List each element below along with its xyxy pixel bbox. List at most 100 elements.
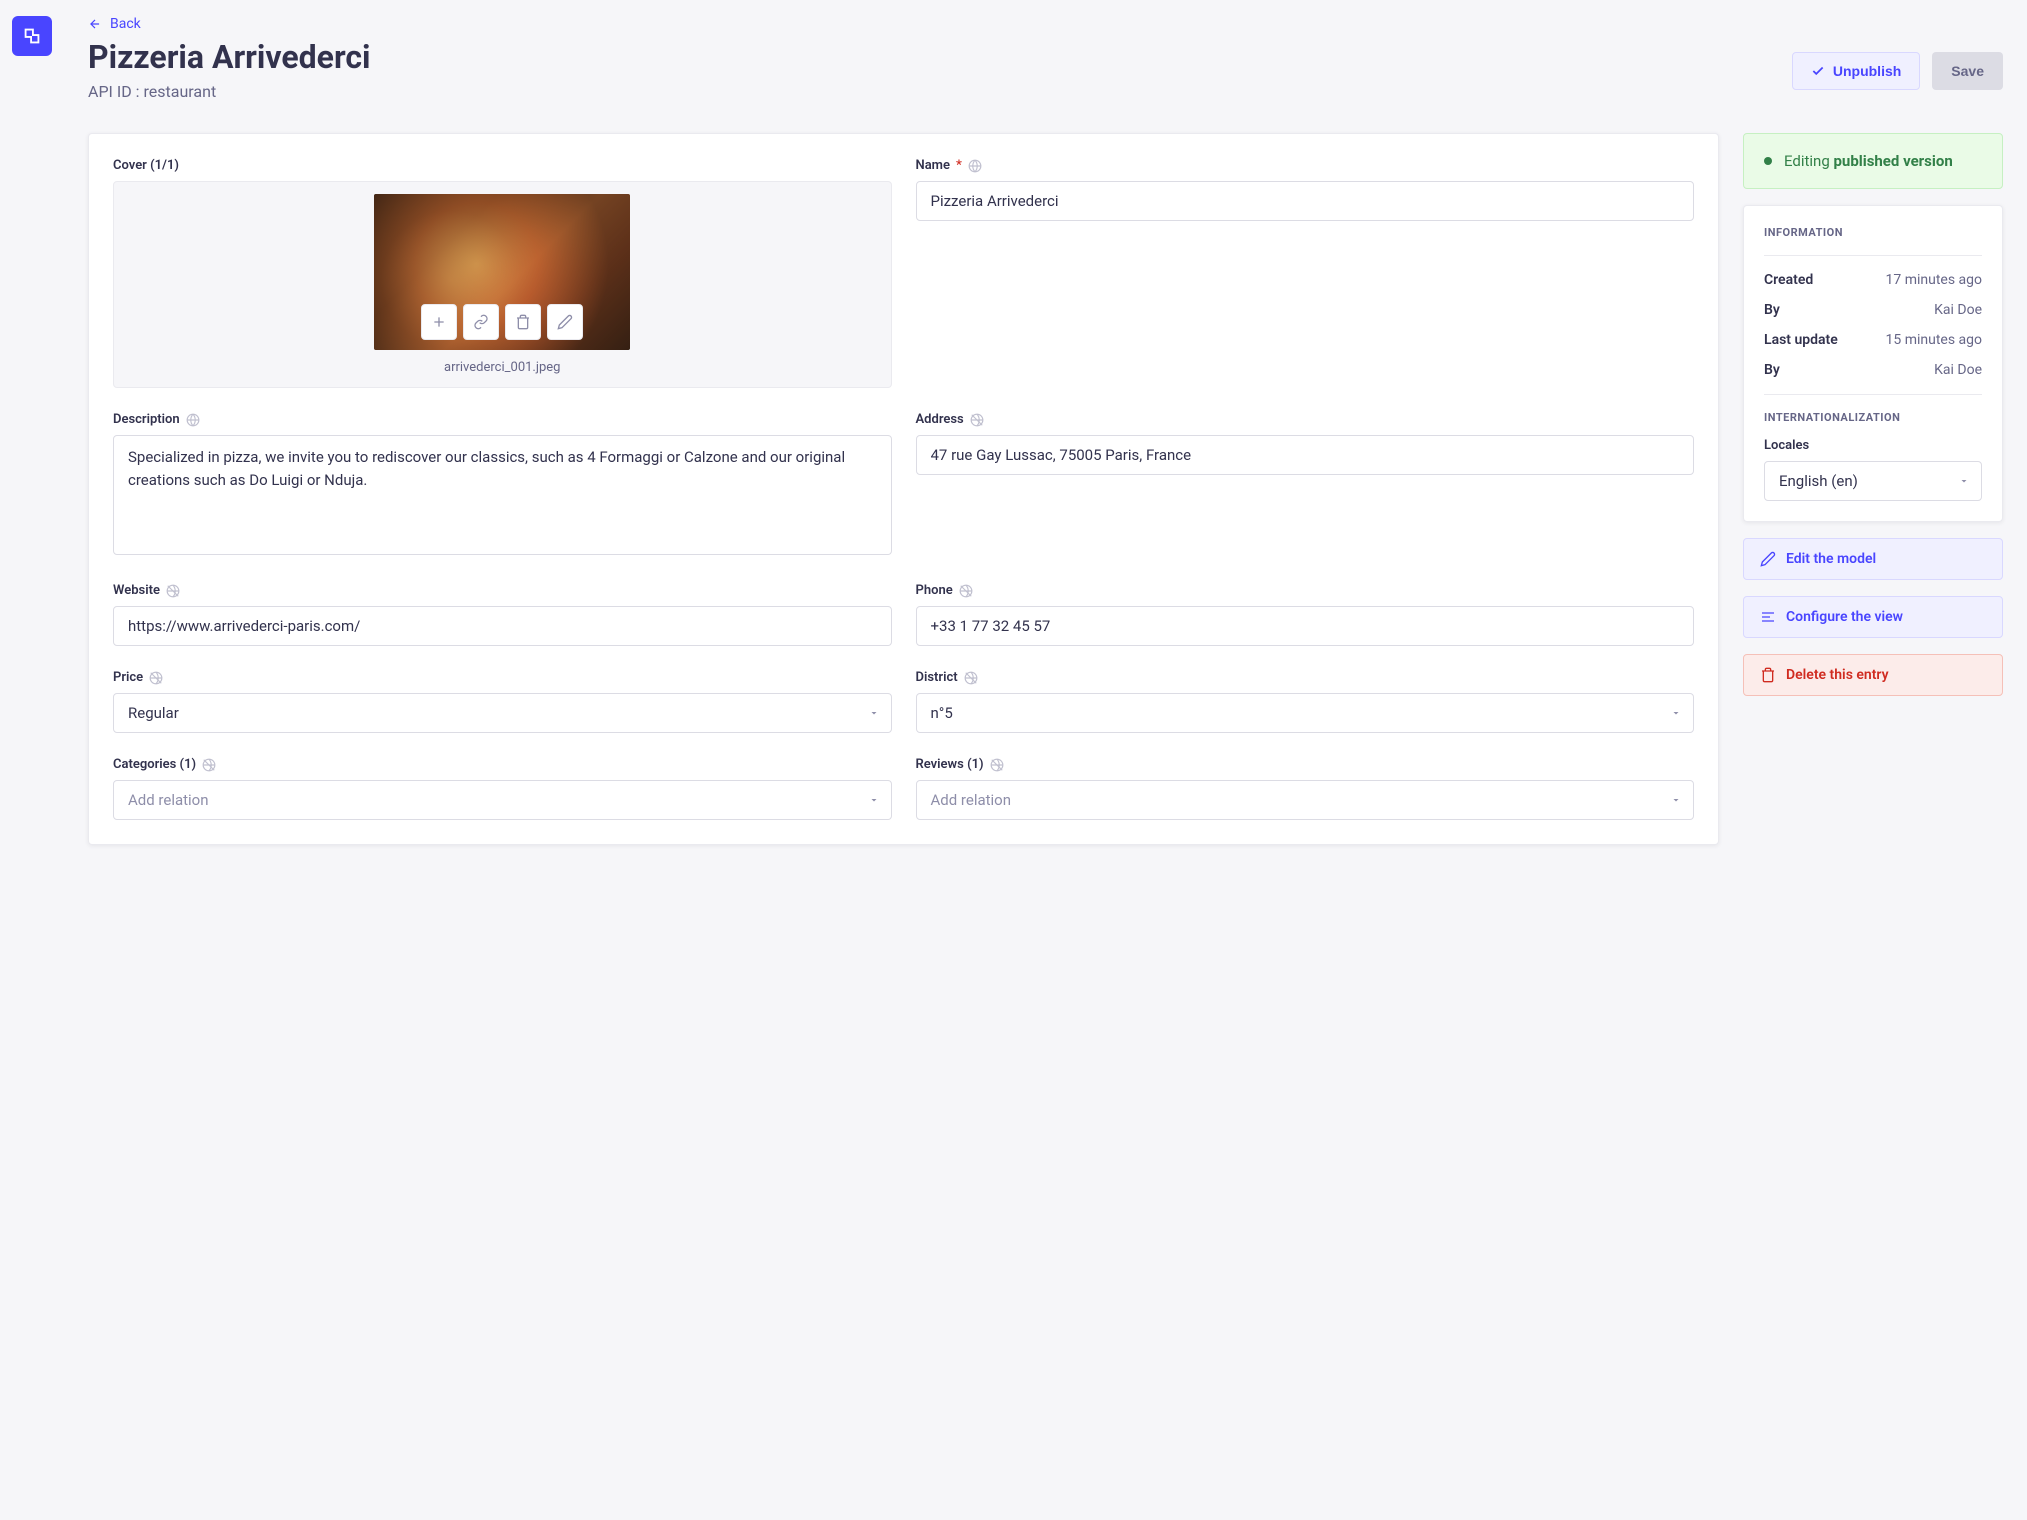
categories-placeholder: Add relation (128, 791, 209, 809)
status-strong: published version (1833, 152, 1952, 170)
field-reviews: Reviews (1) Add relation (916, 757, 1695, 820)
unpublish-button[interactable]: Unpublish (1792, 52, 1920, 90)
back-link[interactable]: Back (88, 16, 141, 32)
info-created-by: By Kai Doe (1764, 302, 1982, 318)
save-label: Save (1951, 63, 1984, 79)
locales-label: Locales (1764, 438, 1809, 453)
by-label: By (1764, 362, 1780, 378)
locale-select[interactable]: English (en) (1764, 461, 1982, 501)
field-district: District n°5 (916, 670, 1695, 733)
arrow-left-icon (88, 17, 102, 31)
layout-icon (1760, 609, 1776, 625)
updated-by-value: Kai Doe (1934, 362, 1982, 378)
globe-off-icon (970, 413, 984, 427)
globe-off-icon (990, 758, 1004, 772)
price-select[interactable]: Regular (113, 693, 892, 733)
info-card: INFORMATION Created 17 minutes ago By Ka… (1743, 205, 2003, 522)
field-address: Address (916, 412, 1695, 559)
plus-icon (431, 314, 447, 330)
info-created: Created 17 minutes ago (1764, 272, 1982, 288)
field-price: Price Regular (113, 670, 892, 733)
globe-off-icon (149, 671, 163, 685)
created-by-value: Kai Doe (1934, 302, 1982, 318)
status-banner: Editing published version (1743, 133, 2003, 189)
description-input[interactable]: Specialized in pizza, we invite you to r… (113, 435, 892, 555)
cover-filename: arrivederci_001.jpeg (444, 360, 560, 375)
globe-off-icon (964, 671, 978, 685)
page-subtitle: API ID : restaurant (88, 82, 371, 101)
configure-view-button[interactable]: Configure the view (1743, 596, 2003, 638)
locale-value: English (en) (1779, 472, 1858, 490)
save-button[interactable]: Save (1932, 52, 2003, 90)
cover-delete-button[interactable] (505, 304, 541, 340)
status-dot-icon (1764, 157, 1772, 165)
address-input[interactable] (916, 435, 1695, 475)
by-label: By (1764, 302, 1780, 318)
status-prefix: Editing (1784, 152, 1833, 170)
cover-link-button[interactable] (463, 304, 499, 340)
pencil-icon (1760, 551, 1776, 567)
price-label: Price (113, 670, 143, 685)
configure-view-label: Configure the view (1786, 609, 1903, 625)
website-input[interactable] (113, 606, 892, 646)
update-value: 15 minutes ago (1885, 332, 1982, 348)
cover-image[interactable] (374, 194, 630, 350)
info-updated: Last update 15 minutes ago (1764, 332, 1982, 348)
info-updated-by: By Kai Doe (1764, 362, 1982, 378)
trash-icon (1760, 667, 1776, 683)
unpublish-label: Unpublish (1833, 63, 1901, 79)
cover-label: Cover (1/1) (113, 158, 179, 173)
update-label: Last update (1764, 332, 1838, 348)
globe-off-icon (959, 584, 973, 598)
cover-add-button[interactable] (421, 304, 457, 340)
cover-box: arrivederci_001.jpeg (113, 181, 892, 388)
info-heading: INFORMATION (1764, 226, 1982, 239)
i18n-heading: INTERNATIONALIZATION (1764, 411, 1982, 424)
field-website: Website (113, 583, 892, 646)
reviews-select[interactable]: Add relation (916, 780, 1695, 820)
nav-rail (0, 0, 64, 1520)
globe-icon (186, 413, 200, 427)
categories-select[interactable]: Add relation (113, 780, 892, 820)
price-value: Regular (128, 704, 179, 722)
page-title: Pizzeria Arrivederci (88, 38, 371, 76)
name-label: Name (916, 158, 950, 173)
cover-edit-button[interactable] (547, 304, 583, 340)
phone-input[interactable] (916, 606, 1695, 646)
back-label: Back (110, 16, 141, 32)
link-icon (473, 314, 489, 330)
field-description: Description Specialized in pizza, we inv… (113, 412, 892, 559)
globe-icon (968, 159, 982, 173)
trash-icon (515, 314, 531, 330)
district-label: District (916, 670, 958, 685)
field-phone: Phone (916, 583, 1695, 646)
description-label: Description (113, 412, 180, 427)
website-label: Website (113, 583, 160, 598)
reviews-label: Reviews (1) (916, 757, 984, 772)
sidebar: Editing published version INFORMATION Cr… (1743, 133, 2003, 696)
delete-entry-label: Delete this entry (1786, 667, 1889, 683)
field-name: Name * (916, 158, 1695, 388)
field-categories: Categories (1) Add relation (113, 757, 892, 820)
created-value: 17 minutes ago (1885, 272, 1982, 288)
check-icon (1811, 64, 1825, 78)
reviews-placeholder: Add relation (931, 791, 1012, 809)
form-card: Cover (1/1) (88, 133, 1719, 845)
name-input[interactable] (916, 181, 1695, 221)
address-label: Address (916, 412, 964, 427)
edit-model-label: Edit the model (1786, 551, 1876, 567)
globe-off-icon (202, 758, 216, 772)
categories-label: Categories (1) (113, 757, 196, 772)
edit-model-button[interactable]: Edit the model (1743, 538, 2003, 580)
field-cover: Cover (1/1) (113, 158, 892, 388)
phone-label: Phone (916, 583, 953, 598)
app-logo[interactable] (12, 16, 52, 56)
page-header: Back Pizzeria Arrivederci API ID : resta… (88, 16, 2003, 101)
district-select[interactable]: n°5 (916, 693, 1695, 733)
pencil-icon (557, 314, 573, 330)
created-label: Created (1764, 272, 1813, 288)
district-value: n°5 (931, 704, 953, 722)
globe-off-icon (166, 584, 180, 598)
delete-entry-button[interactable]: Delete this entry (1743, 654, 2003, 696)
required-marker: * (956, 158, 962, 173)
